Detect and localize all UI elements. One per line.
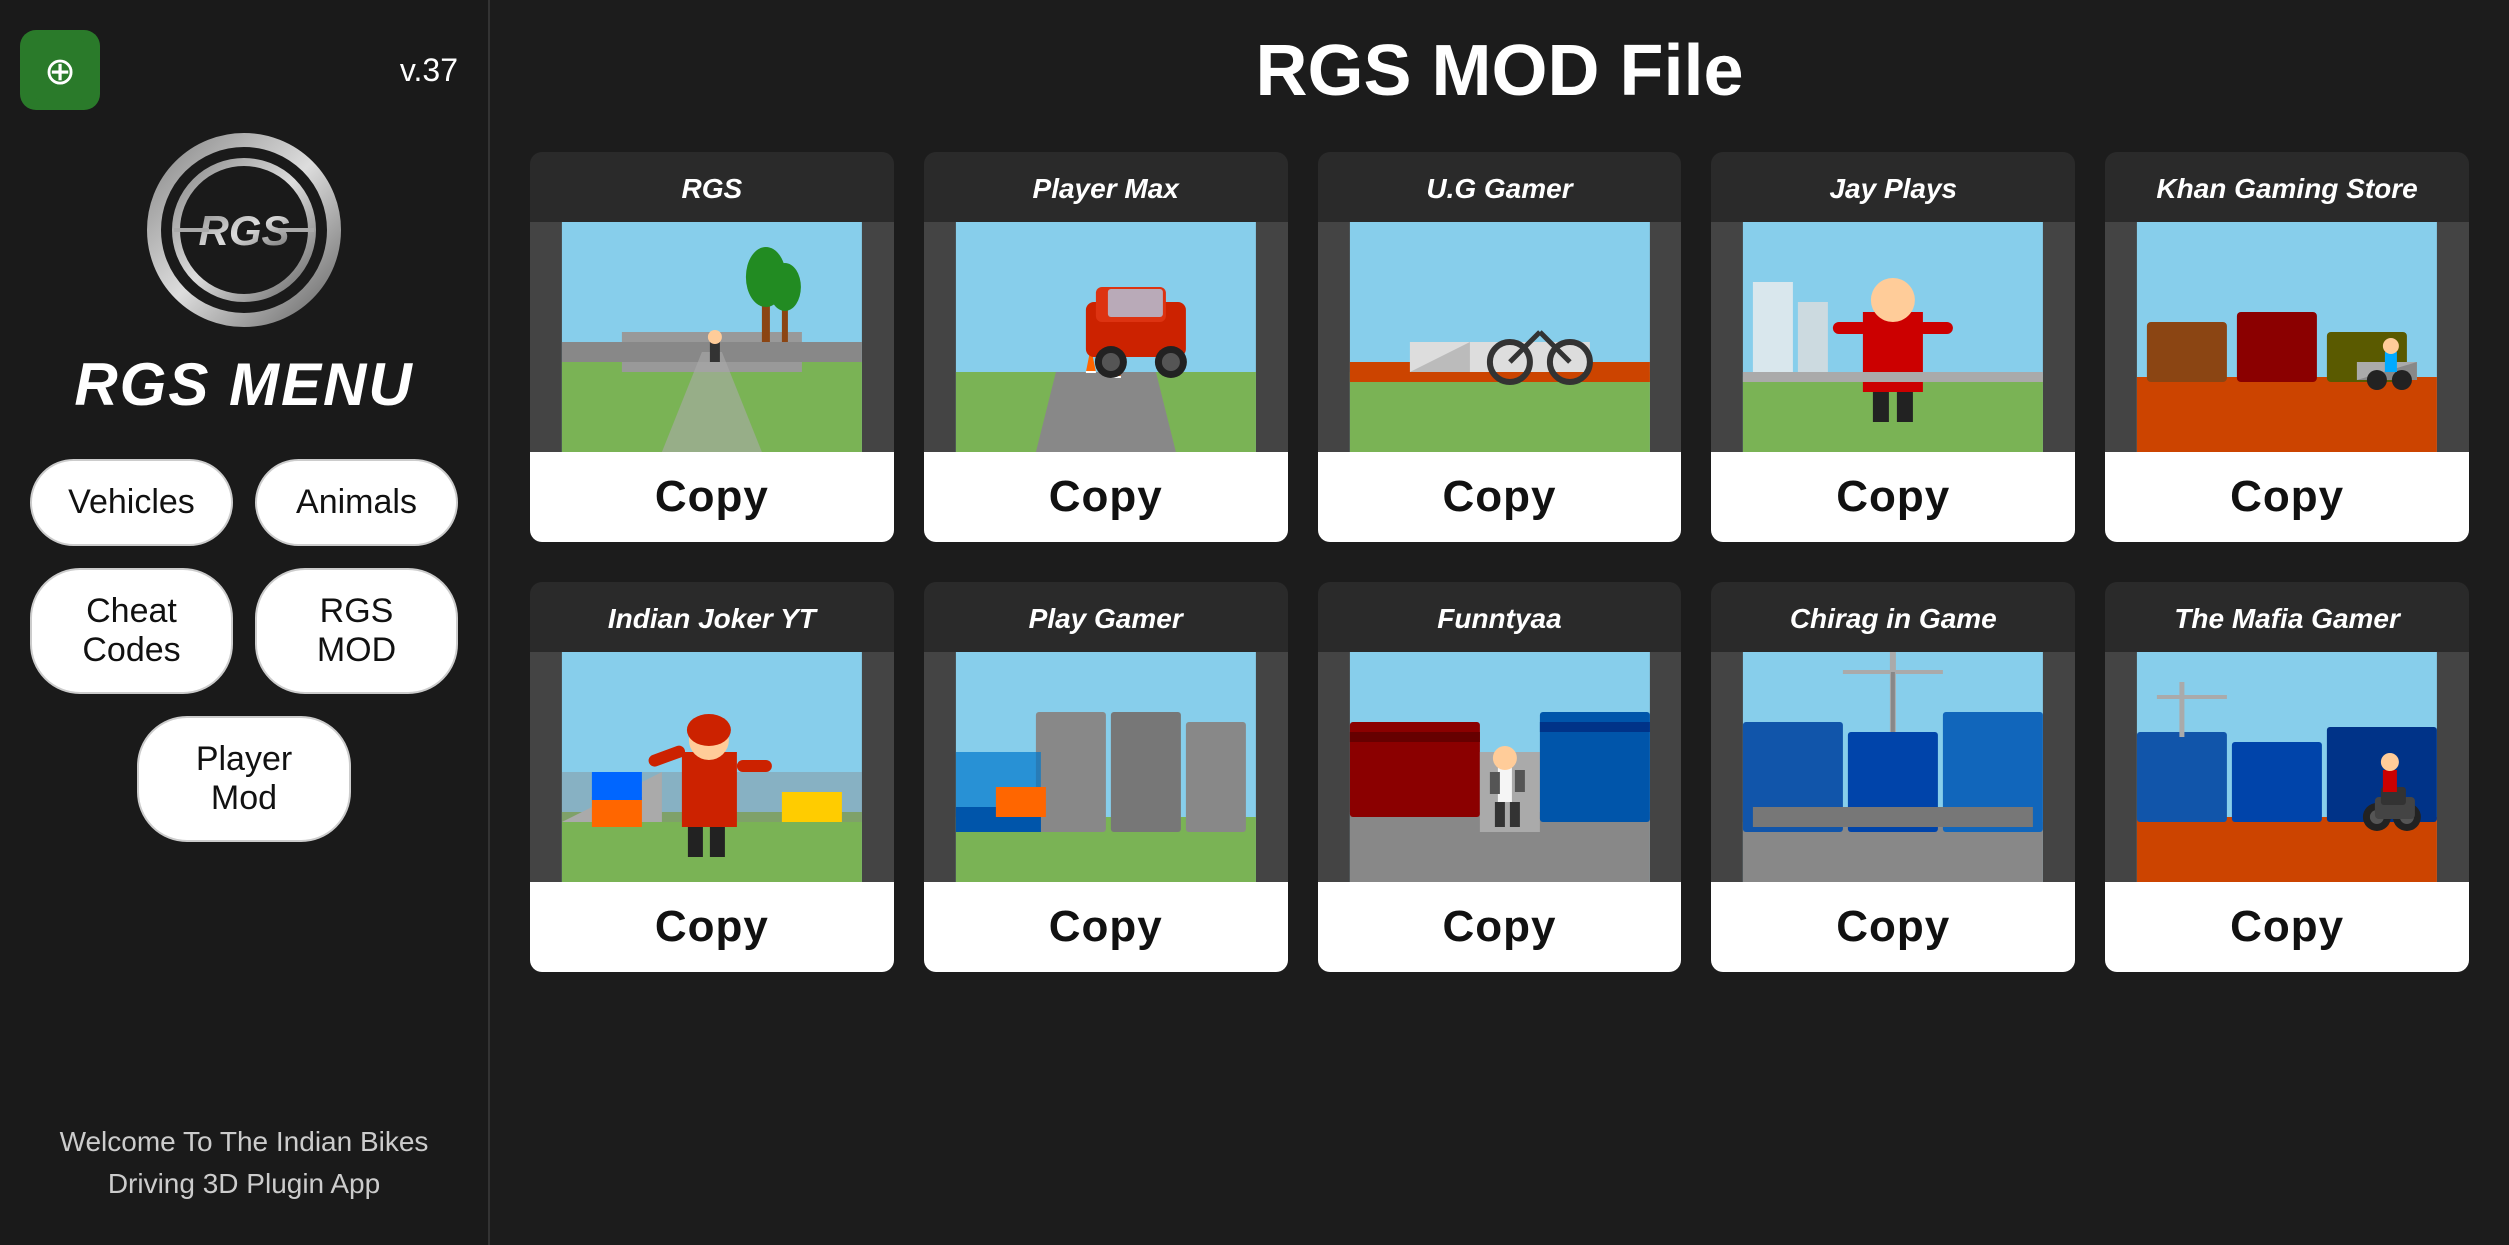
copy-jay-plays-button[interactable]: Copy: [1711, 452, 2075, 542]
card-ug-gamer: U.G Gamer Copy: [1318, 152, 1682, 542]
player-mod-button[interactable]: Player Mod: [137, 716, 351, 842]
cards-row-2: Indian Joker YT: [530, 582, 2469, 972]
copy-khan-gaming-button[interactable]: Copy: [2105, 452, 2469, 542]
menu-title: RGS MENU: [74, 350, 413, 419]
copy-player-max-button[interactable]: Copy: [924, 452, 1288, 542]
copy-indian-joker-button[interactable]: Copy: [530, 882, 894, 972]
card-indian-joker: Indian Joker YT: [530, 582, 894, 972]
cards-row-1: RGS Copy: [530, 152, 2469, 542]
svg-text:RGS: RGS: [198, 207, 289, 254]
card-rgs-image: [530, 222, 894, 452]
card-player-max: Player Max: [924, 152, 1288, 542]
cheat-codes-button[interactable]: Cheat Codes: [30, 568, 233, 694]
welcome-text: Welcome To The Indian BikesDriving 3D Pl…: [60, 1081, 429, 1205]
card-khan-gaming: Khan Gaming Store: [2105, 152, 2469, 542]
card-jay-plays-image: [1711, 222, 2075, 452]
card-mafia-gamer-image: [2105, 652, 2469, 882]
card-play-gamer: Play Gamer Copy: [924, 582, 1288, 972]
vehicles-button[interactable]: Vehicles: [30, 459, 233, 546]
copy-rgs-button[interactable]: Copy: [530, 452, 894, 542]
sidebar-top: ⊕ v.37: [20, 30, 468, 110]
card-jay-plays: Jay Plays: [1711, 152, 2075, 542]
card-khan-gaming-image: [2105, 222, 2469, 452]
card-player-max-image: [924, 222, 1288, 452]
copy-chirag-game-button[interactable]: Copy: [1711, 882, 2075, 972]
card-player-max-label: Player Max: [924, 152, 1288, 222]
card-jay-plays-label: Jay Plays: [1711, 152, 2075, 222]
copy-funntyaa-button[interactable]: Copy: [1318, 882, 1682, 972]
card-khan-gaming-label: Khan Gaming Store: [2105, 152, 2469, 222]
copy-mafia-gamer-button[interactable]: Copy: [2105, 882, 2469, 972]
card-funntyaa: Funntyaa: [1318, 582, 1682, 972]
rgs-mod-button[interactable]: RGS MOD: [255, 568, 458, 694]
svg-text:⊕: ⊕: [44, 51, 76, 93]
rgs-logo: RGS: [144, 130, 344, 330]
app-icon: ⊕: [20, 30, 100, 110]
card-play-gamer-image: [924, 652, 1288, 882]
copy-play-gamer-button[interactable]: Copy: [924, 882, 1288, 972]
card-funntyaa-image: [1318, 652, 1682, 882]
card-funntyaa-label: Funntyaa: [1318, 582, 1682, 652]
card-indian-joker-label: Indian Joker YT: [530, 582, 894, 652]
copy-ug-gamer-button[interactable]: Copy: [1318, 452, 1682, 542]
card-indian-joker-image: [530, 652, 894, 882]
card-ug-gamer-image: [1318, 222, 1682, 452]
card-ug-gamer-label: U.G Gamer: [1318, 152, 1682, 222]
menu-buttons: Vehicles Animals Cheat Codes RGS MOD Pla…: [20, 459, 468, 842]
sidebar: ⊕ v.37 RGS RGS MENU Vehicles Animals Che…: [0, 0, 490, 1245]
card-chirag-game-label: Chirag in Game: [1711, 582, 2075, 652]
version-text: v.37: [400, 52, 458, 89]
page-title: RGS MOD File: [530, 30, 2469, 112]
card-mafia-gamer-label: The Mafia Gamer: [2105, 582, 2469, 652]
card-mafia-gamer: The Mafia Gamer: [2105, 582, 2469, 972]
card-chirag-game: Chirag in Game Copy: [1711, 582, 2075, 972]
main-content: RGS MOD File RGS: [490, 0, 2509, 1245]
animals-button[interactable]: Animals: [255, 459, 458, 546]
card-rgs: RGS Copy: [530, 152, 894, 542]
card-rgs-label: RGS: [530, 152, 894, 222]
card-play-gamer-label: Play Gamer: [924, 582, 1288, 652]
card-chirag-game-image: [1711, 652, 2075, 882]
